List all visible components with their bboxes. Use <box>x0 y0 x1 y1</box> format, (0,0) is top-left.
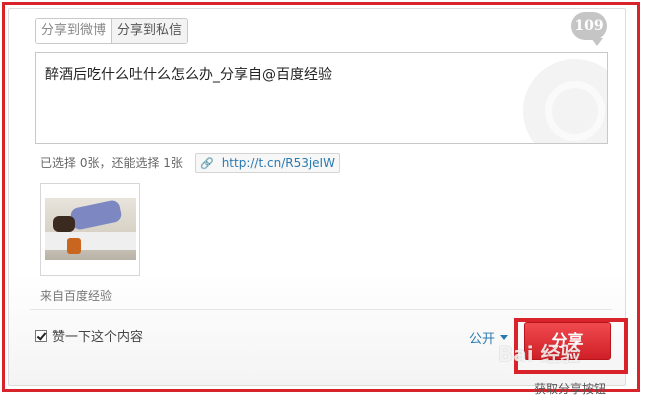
message-textarea[interactable]: 醉酒后吃什么吐什么怎么办_分享自@百度经验 <box>35 52 608 144</box>
weibo-watermark-icon <box>523 59 607 143</box>
visibility-label: 公开 <box>469 332 496 347</box>
thumbnail-photo <box>45 198 136 260</box>
baidu-jingyan-watermark: Bai 经验 <box>498 342 581 366</box>
tab-share-weibo[interactable]: 分享到微博 <box>36 19 112 43</box>
short-link-url[interactable]: http://t.cn/R53jeIW <box>222 156 335 170</box>
message-text: 醉酒后吃什么吐什么怎么办_分享自@百度经验 <box>45 67 332 83</box>
like-label: 赞一下这个内容 <box>52 330 144 345</box>
like-option[interactable]: 赞一下这个内容 <box>35 326 143 345</box>
image-selection-status: 已选择 0张，还能选择 1张 <box>40 156 183 170</box>
page-edge <box>640 0 650 400</box>
short-link[interactable]: 🔗 http://t.cn/R53jeIW <box>195 153 340 173</box>
link-icon: 🔗 <box>200 156 214 170</box>
tab-share-private-message[interactable]: 分享到私信 <box>111 19 188 43</box>
get-share-button-link[interactable]: 获取分享按钮 <box>534 380 606 397</box>
image-source-label: 来自百度经验 <box>40 289 113 303</box>
char-counter-bubble: 109 <box>571 12 607 46</box>
image-thumbnail[interactable] <box>40 183 140 276</box>
like-checkbox[interactable] <box>35 329 47 342</box>
divider <box>30 309 612 310</box>
share-tabs: 分享到微博 分享到私信 <box>35 18 189 44</box>
